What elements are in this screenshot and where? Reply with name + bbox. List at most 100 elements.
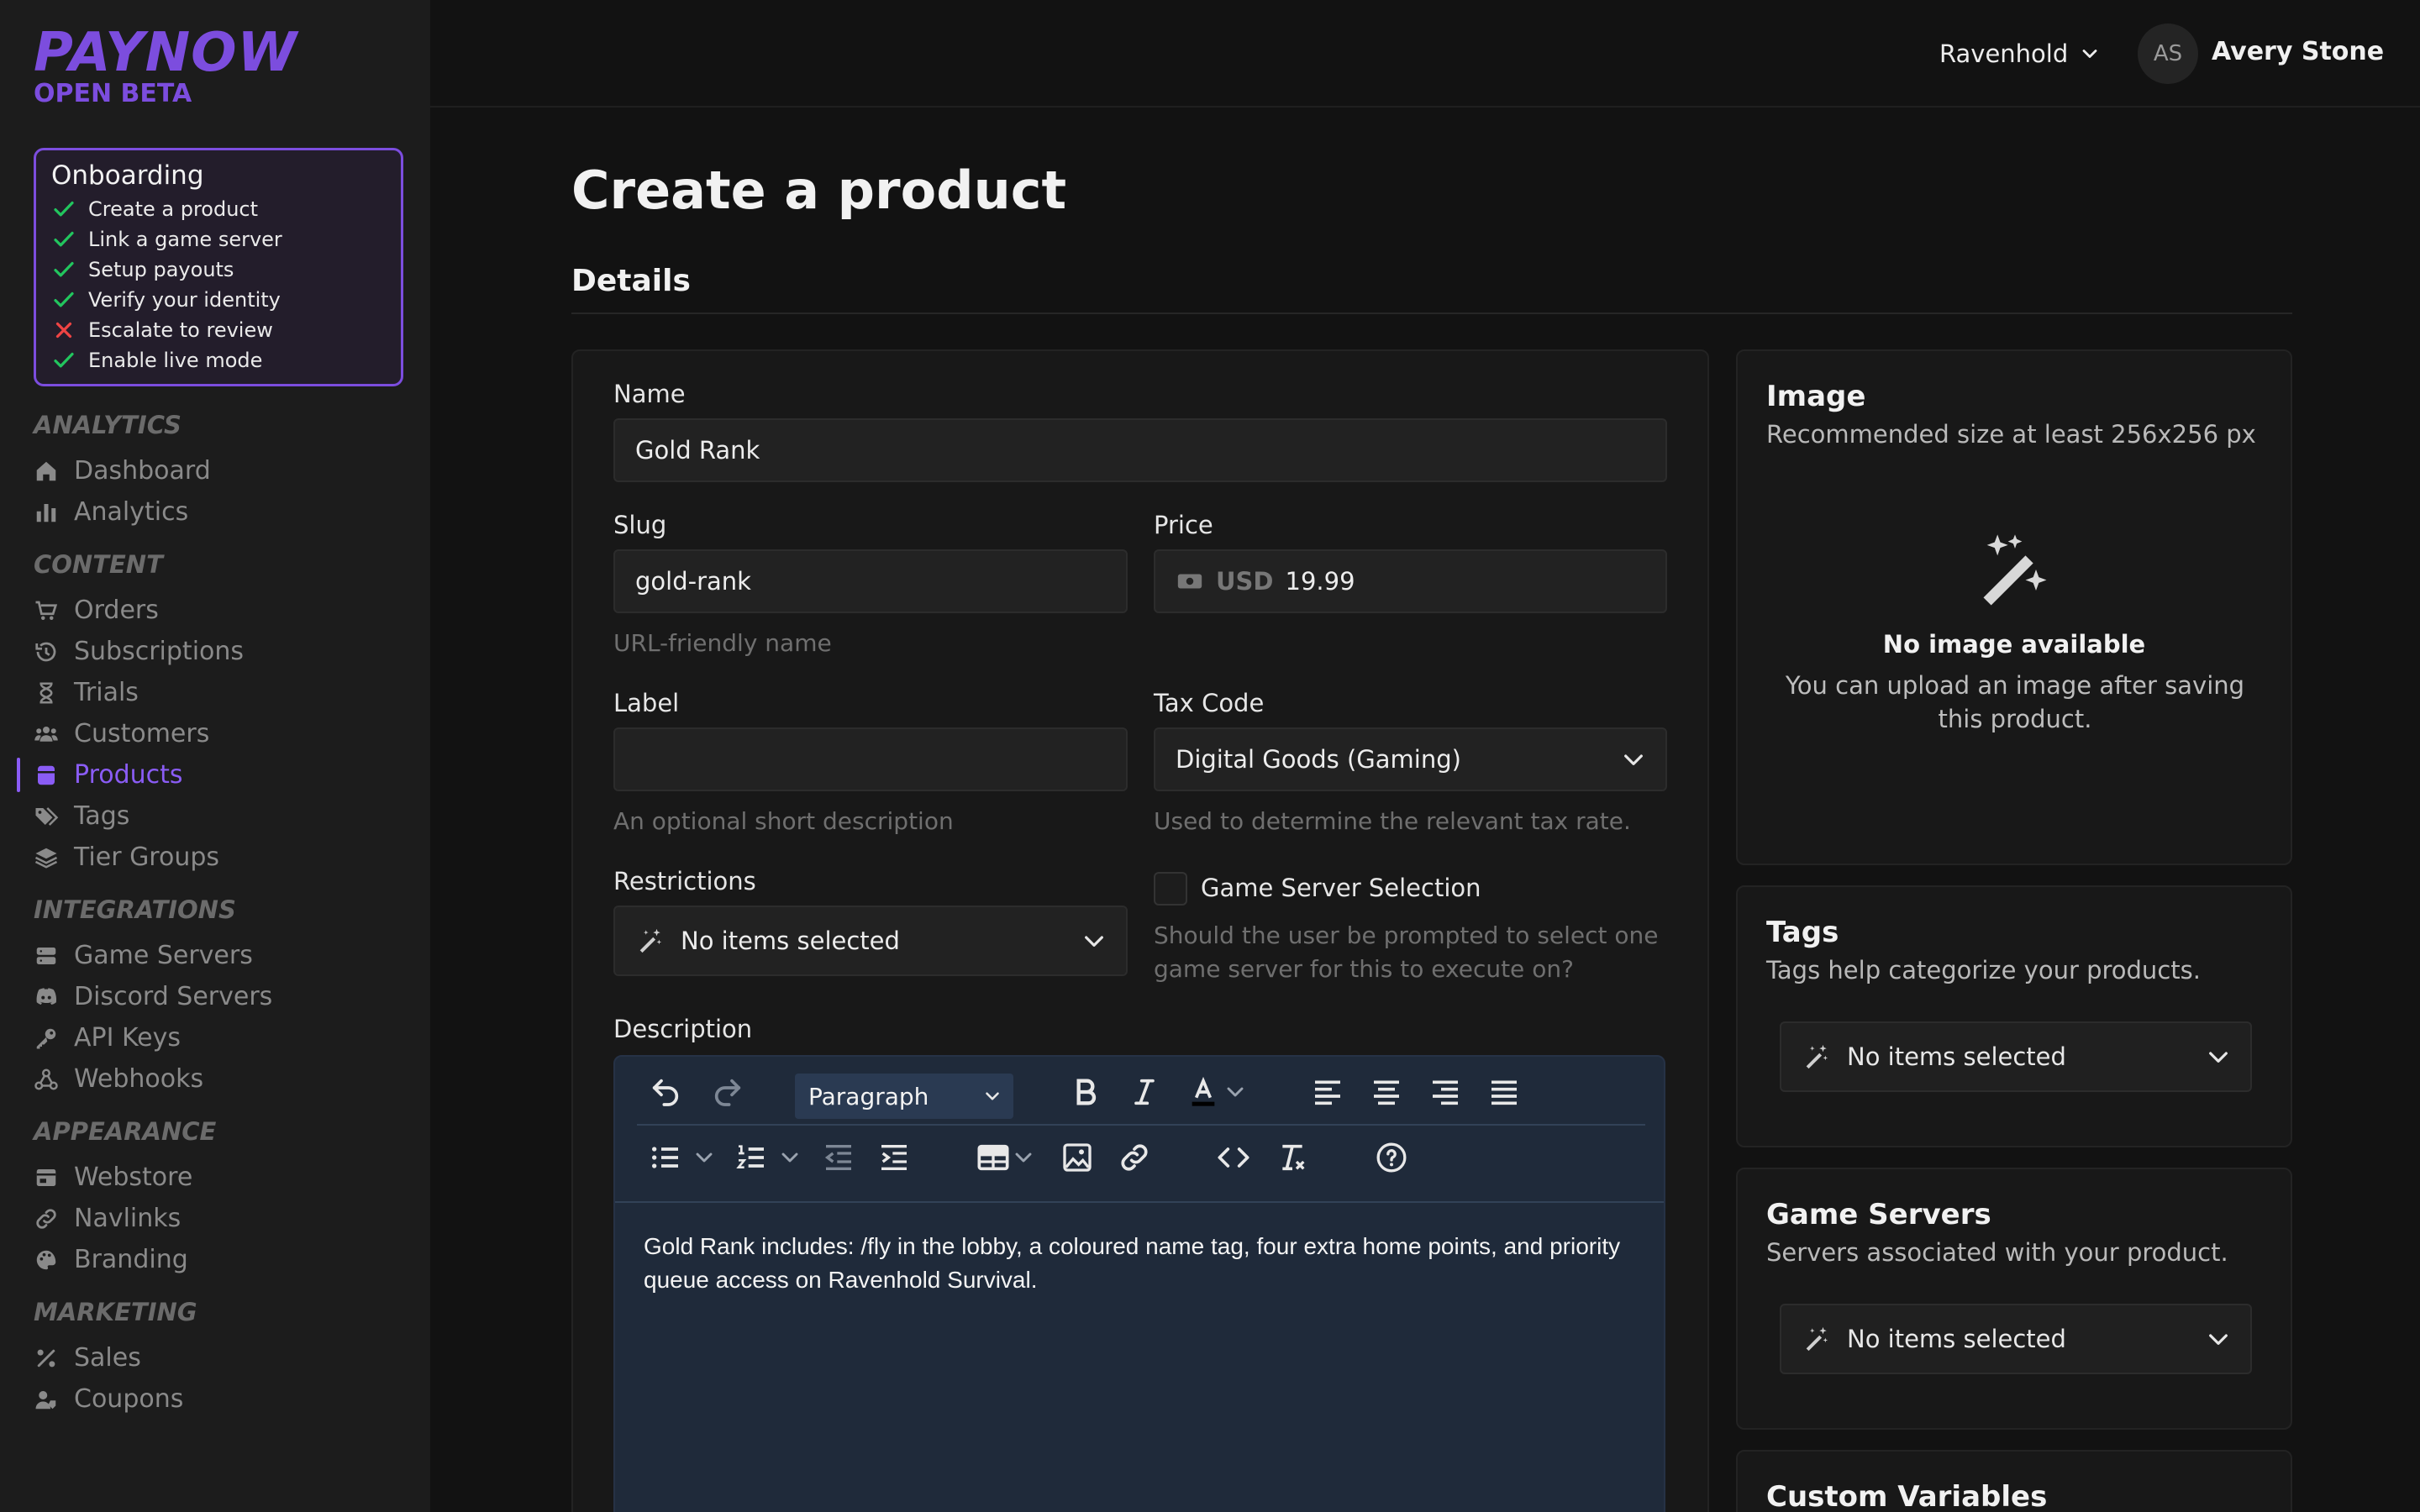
bullet-list-icon[interactable] bbox=[649, 1141, 682, 1174]
sidebar-nav: ANALYTICS Dashboard Analytics CONTENT Or… bbox=[0, 410, 430, 1420]
workspace-switcher[interactable]: Ravenhold bbox=[1939, 34, 2102, 74]
price-input[interactable]: USD 19.99 bbox=[1154, 549, 1667, 613]
tax-code-select[interactable]: Digital Goods (Gaming) bbox=[1154, 727, 1667, 791]
game-server-selection-label[interactable]: Game Server Selection bbox=[1201, 874, 1481, 902]
description-editor[interactable]: Paragraph Gold Rank includes: /fly in th… bbox=[613, 1055, 1665, 1512]
onboarding-item[interactable]: Escalate to review bbox=[51, 315, 386, 345]
chevron-down-icon[interactable] bbox=[776, 1144, 803, 1171]
key-icon bbox=[36, 1028, 56, 1048]
block-format-select[interactable]: Paragraph bbox=[795, 1074, 1013, 1119]
code-icon[interactable] bbox=[1217, 1141, 1250, 1174]
price-input-value: 19.99 bbox=[1285, 567, 1355, 596]
outdent-icon[interactable] bbox=[822, 1141, 855, 1174]
sidebar-item-game-servers[interactable]: Game Servers bbox=[0, 935, 430, 976]
onboarding-item[interactable]: Create a product bbox=[51, 194, 386, 224]
sidebar-item-webstore[interactable]: Webstore bbox=[0, 1157, 430, 1198]
slug-input[interactable]: gold-rank bbox=[613, 549, 1128, 613]
sidebar-item-trials[interactable]: Trials bbox=[0, 672, 430, 713]
game-servers-card: Game Servers Servers associated with you… bbox=[1736, 1168, 2292, 1430]
x-icon bbox=[55, 322, 72, 339]
sidebar-item-customers[interactable]: Customers bbox=[0, 713, 430, 754]
sidebar-item-subscriptions[interactable]: Subscriptions bbox=[0, 631, 430, 672]
sidebar-item-coupons[interactable]: Coupons bbox=[0, 1378, 430, 1420]
magic-wand-icon bbox=[1983, 534, 2047, 606]
sidebar-item-analytics[interactable]: Analytics bbox=[0, 491, 430, 533]
page-title: Create a product bbox=[571, 160, 1067, 221]
game-server-selection-checkbox[interactable] bbox=[1154, 872, 1187, 906]
sidebar-item-label: Navlinks bbox=[74, 1204, 182, 1233]
editor-toolbar-row-1: Paragraph bbox=[615, 1057, 1664, 1124]
bar-chart-icon bbox=[36, 503, 56, 522]
text-color-icon[interactable] bbox=[1186, 1075, 1220, 1109]
onboarding-item[interactable]: Link a game server bbox=[51, 224, 386, 255]
sidebar-item-label: Subscriptions bbox=[74, 637, 245, 666]
logo[interactable]: PAYNOW OPEN BETA bbox=[0, 25, 430, 109]
check-icon bbox=[54, 352, 74, 368]
sidebar-item-label: Sales bbox=[74, 1343, 141, 1373]
sidebar-item-tier-groups[interactable]: Tier Groups bbox=[0, 837, 430, 878]
onboarding-item[interactable]: Verify your identity bbox=[51, 285, 386, 315]
italic-icon[interactable] bbox=[1128, 1075, 1161, 1109]
history-icon bbox=[35, 642, 56, 661]
avatar[interactable]: AS bbox=[2138, 24, 2198, 84]
onboarding-item[interactable]: Enable live mode bbox=[51, 345, 386, 375]
sidebar-item-branding[interactable]: Branding bbox=[0, 1239, 430, 1280]
onboarding-item-label: Link a game server bbox=[88, 228, 282, 251]
clear-formatting-icon[interactable] bbox=[1276, 1141, 1309, 1174]
align-center-icon[interactable] bbox=[1370, 1075, 1403, 1109]
label-hint: An optional short description bbox=[613, 807, 954, 835]
money-icon bbox=[1177, 574, 1202, 589]
sidebar-item-label: Webstore bbox=[74, 1163, 193, 1192]
sidebar-item-label: Products bbox=[74, 760, 183, 790]
tags-select[interactable]: No items selected bbox=[1780, 1021, 2252, 1092]
label-input[interactable] bbox=[613, 727, 1128, 791]
sidebar-item-orders[interactable]: Orders bbox=[0, 590, 430, 631]
game-servers-select[interactable]: No items selected bbox=[1780, 1304, 2252, 1374]
name-input[interactable]: Gold Rank bbox=[613, 418, 1667, 482]
sidebar-item-label: Trials bbox=[74, 678, 139, 707]
sidebar-item-navlinks[interactable]: Navlinks bbox=[0, 1198, 430, 1239]
sidebar-item-label: Game Servers bbox=[74, 941, 253, 970]
link-icon[interactable] bbox=[1118, 1141, 1151, 1174]
chevron-down-icon[interactable] bbox=[1010, 1144, 1037, 1171]
sidebar-item-api-keys[interactable]: API Keys bbox=[0, 1017, 430, 1058]
align-left-icon[interactable] bbox=[1311, 1075, 1344, 1109]
chevron-down-icon[interactable] bbox=[1222, 1079, 1249, 1105]
nav-section-appearance: APPEARANCE bbox=[34, 1117, 217, 1146]
user-tag-icon bbox=[35, 1390, 56, 1409]
align-right-icon[interactable] bbox=[1428, 1075, 1462, 1109]
sidebar-item-tags[interactable]: Tags bbox=[0, 795, 430, 837]
redo-icon[interactable] bbox=[711, 1075, 744, 1109]
image-card-subtitle: Recommended size at least 256x256 px bbox=[1766, 420, 2256, 449]
game-server-selection-hint: Should the user be prompted to select on… bbox=[1154, 921, 1659, 983]
sidebar-item-label: Webhooks bbox=[74, 1064, 204, 1094]
nav-section-marketing: MARKETING bbox=[34, 1298, 197, 1326]
help-icon[interactable] bbox=[1375, 1141, 1408, 1174]
restrictions-select[interactable]: No items selected bbox=[613, 906, 1128, 976]
store-icon bbox=[36, 1168, 56, 1186]
chevron-down-icon[interactable] bbox=[691, 1144, 718, 1171]
align-justify-icon[interactable] bbox=[1487, 1075, 1521, 1109]
sidebar-item-products[interactable]: Products bbox=[0, 754, 430, 795]
user-name[interactable]: Avery Stone bbox=[2212, 37, 2384, 66]
description-text[interactable]: Gold Rank includes: /fly in the lobby, a… bbox=[644, 1230, 1644, 1297]
check-icon bbox=[54, 201, 74, 217]
indent-icon[interactable] bbox=[877, 1141, 911, 1174]
price-label: Price bbox=[1154, 511, 1213, 539]
sidebar-item-sales[interactable]: Sales bbox=[0, 1337, 430, 1378]
image-icon[interactable] bbox=[1060, 1141, 1094, 1174]
slug-input-value: gold-rank bbox=[635, 567, 751, 596]
chevron-down-icon bbox=[2082, 50, 2097, 58]
onboarding-item-label: Create a product bbox=[88, 197, 259, 221]
table-icon[interactable] bbox=[976, 1141, 1010, 1174]
sidebar-item-dashboard[interactable]: Dashboard bbox=[0, 450, 430, 491]
undo-icon[interactable] bbox=[649, 1075, 682, 1109]
sidebar-item-label: Orders bbox=[74, 596, 159, 625]
toolbar-bottom-border bbox=[615, 1201, 1664, 1203]
numbered-list-icon[interactable] bbox=[734, 1141, 768, 1174]
sidebar-item-discord-servers[interactable]: Discord Servers bbox=[0, 976, 430, 1017]
tags-card-subtitle: Tags help categorize your products. bbox=[1766, 956, 2201, 984]
bold-icon[interactable] bbox=[1069, 1075, 1102, 1109]
sidebar-item-webhooks[interactable]: Webhooks bbox=[0, 1058, 430, 1100]
onboarding-item[interactable]: Setup payouts bbox=[51, 255, 386, 285]
